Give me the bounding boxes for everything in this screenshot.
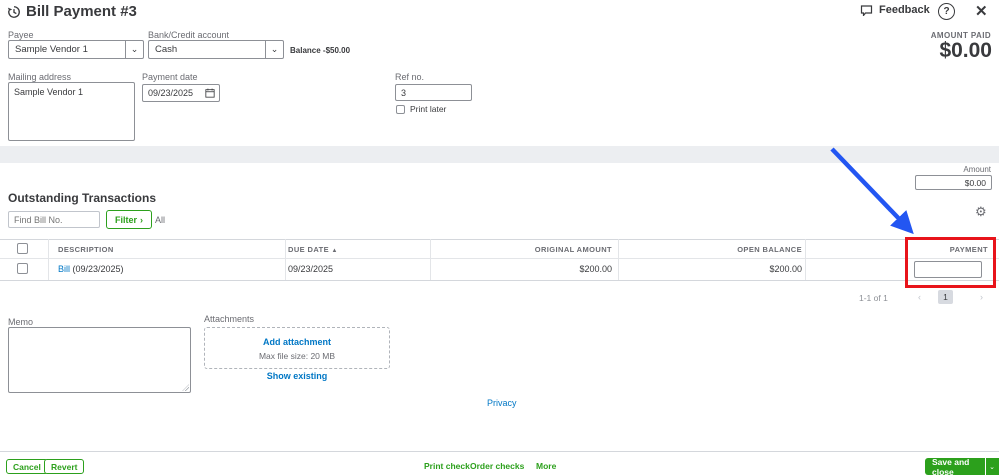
bill-payment-window: Bill Payment #3 Feedback ? ✕ Payee Sampl… [0,0,999,476]
table-row-open-balance: $200.00 [769,264,802,274]
payment-date-value: 09/23/2025 [148,88,194,98]
payment-date-field[interactable]: 09/23/2025 [142,84,220,102]
print-later-checkbox[interactable] [396,104,405,114]
payee-value: Sample Vendor 1 [15,44,88,55]
payee-label: Payee [8,30,34,40]
pagination-page-1[interactable]: 1 [938,290,953,304]
amount-field[interactable] [915,175,992,190]
print-later-option[interactable]: Print later [396,104,446,114]
column-divider [48,239,49,280]
order-checks-button[interactable]: Order checks [470,461,524,471]
section-divider-band [0,146,999,163]
feedback-label: Feedback [879,4,930,16]
table-border-top [0,239,999,240]
col-header-original-amount[interactable]: ORIGINAL AMOUNT [535,245,612,254]
ref-no-label: Ref no. [395,72,425,82]
mailing-address-field[interactable]: Sample Vendor 1 [8,82,135,141]
pagination-prev-icon[interactable]: ‹ [918,292,921,302]
col-header-description[interactable]: DESCRIPTION [58,245,114,254]
select-all-checkbox[interactable] [17,243,28,254]
chevron-down-icon: ⌄ [989,463,995,471]
filter-label: Filter [114,214,137,225]
table-header-border [0,258,999,259]
bill-link[interactable]: Bill [58,264,70,274]
show-existing-link[interactable]: Show existing [204,371,390,381]
row-payment-input[interactable] [914,261,982,278]
filter-all-text: All [155,215,166,225]
row-checkbox[interactable] [17,263,28,274]
payment-date-label: Payment date [142,72,198,82]
speech-bubble-icon [860,4,873,16]
privacy-link[interactable]: Privacy [487,398,517,408]
col-header-payment[interactable]: PAYMENT [950,245,988,254]
gear-icon[interactable]: ⚙ [975,204,987,220]
history-clock-icon [7,6,20,18]
close-glyph: ✕ [975,3,988,20]
help-glyph: ? [943,6,950,17]
amount-label: Amount [963,165,991,174]
attachment-dropzone[interactable]: Add attachment Max file size: 20 MB [204,327,390,369]
column-divider [285,239,286,280]
outstanding-transactions-heading: Outstanding Transactions [8,191,157,205]
bank-account-select[interactable]: Cash ⌄ [148,40,284,59]
ref-no-field[interactable] [395,84,472,101]
balance-text: Balance -$50.00 [290,46,351,55]
pagination-range: 1-1 of 1 [859,293,888,303]
bill-date-suffix: (09/23/2025) [70,264,124,274]
col-header-due-date[interactable]: DUE DATE ▲ [288,245,338,254]
table-border-bottom [0,280,999,281]
amount-paid-value: $0.00 [939,39,992,62]
print-check-button[interactable]: Print check [424,461,470,471]
close-icon[interactable]: ✕ [975,2,988,20]
revert-button[interactable]: Revert [44,459,85,474]
chevron-down-icon: ⌄ [265,41,283,58]
chevron-right-icon: › [140,214,143,225]
page-title: Bill Payment #3 [26,3,137,20]
memo-label: Memo [8,317,34,327]
filter-button[interactable]: Filter › [106,210,152,229]
table-row-description: Bill (09/23/2025) [58,264,124,274]
help-button[interactable]: ? [938,3,955,20]
memo-field[interactable] [8,327,191,393]
bank-account-value: Cash [155,44,178,55]
due-date-label: DUE DATE [288,245,329,254]
max-file-size-text: Max file size: 20 MB [258,351,336,361]
calendar-icon [205,88,215,98]
feedback-button[interactable]: Feedback [860,4,930,16]
pagination-next-icon[interactable]: › [980,292,983,302]
table-row-original-amount: $200.00 [579,264,612,274]
col-header-open-balance[interactable]: OPEN BALANCE [737,245,802,254]
table-row-due-date: 09/23/2025 [288,264,334,274]
save-options-dropdown[interactable]: ⌄ [985,458,998,475]
mailing-address-label: Mailing address [8,72,72,82]
payee-select[interactable]: Sample Vendor 1 ⌄ [8,40,144,59]
bank-account-label: Bank/Credit account [148,30,230,40]
chevron-down-icon: ⌄ [125,41,143,58]
column-divider [430,239,431,280]
find-bill-input[interactable] [8,211,100,228]
resize-handle[interactable] [182,384,189,391]
column-divider [805,239,806,280]
more-button[interactable]: More [536,461,556,471]
column-divider [618,239,619,280]
sort-asc-icon: ▲ [331,248,338,254]
print-later-label: Print later [410,104,447,114]
add-attachment-link[interactable]: Add attachment [205,337,389,347]
column-divider [905,239,906,280]
cancel-button[interactable]: Cancel [6,459,48,474]
attachments-label: Attachments [204,314,255,324]
